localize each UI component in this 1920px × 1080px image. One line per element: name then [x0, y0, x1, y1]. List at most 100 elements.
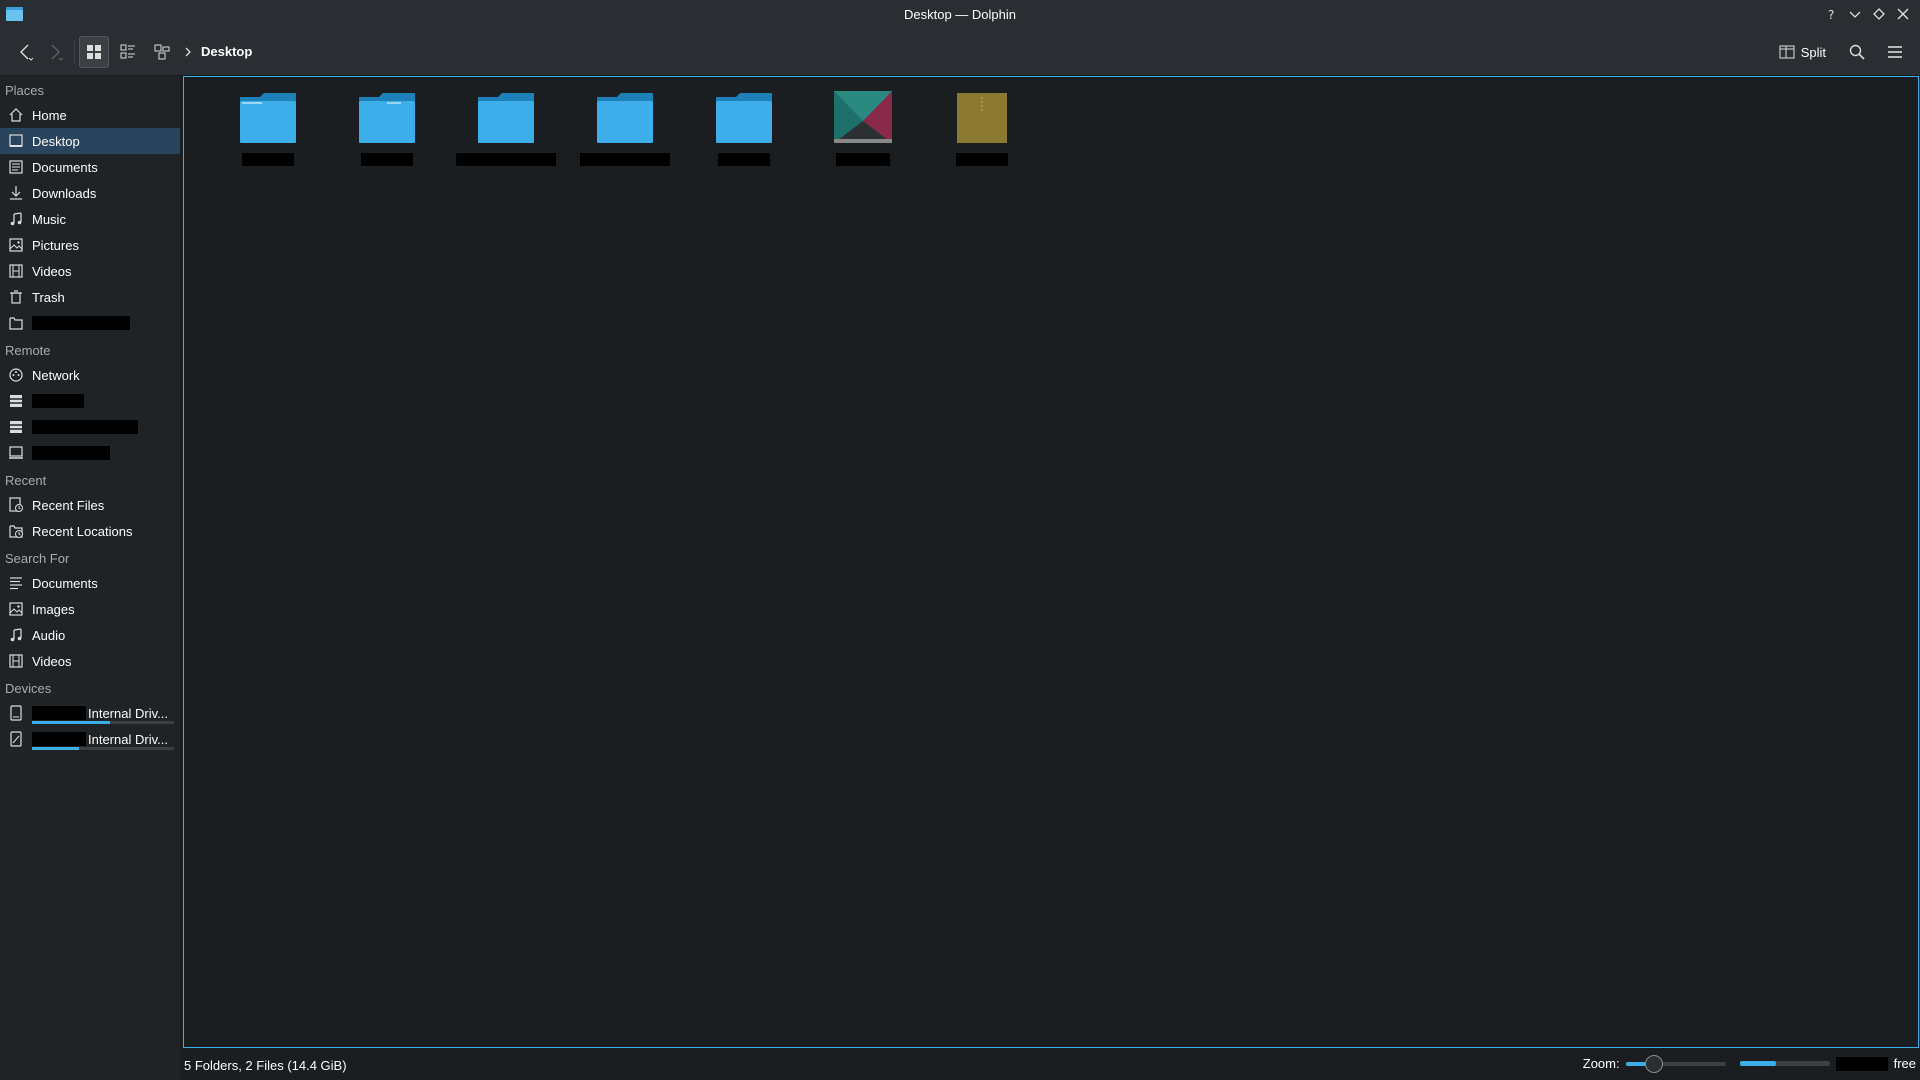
back-arrow-icon [20, 44, 34, 61]
pictures-icon [8, 237, 24, 253]
redacted-filename [835, 153, 890, 166]
folder-icon [358, 93, 415, 143]
free-space-fill [1739, 1061, 1776, 1066]
image-thumbnail-icon [833, 91, 892, 143]
compact-view-icon [120, 44, 135, 58]
sidebar-item-label: Trash [32, 289, 65, 305]
sidebar-item-music[interactable]: Music [0, 206, 180, 232]
sidebar-item-search-videos[interactable]: Videos [0, 648, 180, 674]
maximize-button[interactable] [1870, 4, 1888, 24]
split-view-icon [1779, 45, 1795, 59]
hamburger-menu-button[interactable] [1880, 36, 1910, 68]
sidebar-item-videos[interactable]: Videos [0, 258, 180, 284]
file-item-folder-1[interactable] [208, 91, 327, 191]
redacted-filename [455, 153, 556, 166]
hamburger-menu-icon [1888, 46, 1902, 58]
sidebar-item-home[interactable]: Home [0, 102, 180, 128]
icons-view-button[interactable] [79, 35, 109, 68]
sidebar-item-search-audio[interactable]: Audio [0, 622, 180, 648]
sidebar-item-downloads[interactable]: Downloads [0, 180, 180, 206]
sidebar-item-label: Pictures [32, 237, 79, 253]
details-view-icon [154, 44, 170, 59]
file-item-folder-4[interactable] [565, 91, 684, 191]
sidebar-item-label: Recent Files [32, 497, 105, 513]
sidebar-item-remote-server-1[interactable] [0, 388, 180, 414]
sidebar-item-label: Music [32, 211, 66, 227]
redacted-label [32, 316, 130, 330]
forward-button[interactable] [40, 36, 70, 68]
remote-section-title: Remote [5, 343, 51, 358]
sidebar-item-search-images[interactable]: Images [0, 596, 180, 622]
details-view-button[interactable] [147, 36, 177, 68]
file-item-folder-3[interactable] [446, 91, 565, 191]
sidebar-item-label: Videos [32, 653, 72, 669]
sidebar-item-trash[interactable]: Trash [0, 284, 180, 310]
sidebar-item-recent-locations[interactable]: Recent Locations [0, 518, 180, 544]
status-summary: 5 Folders, 2 Files (14.4 GiB) [184, 1057, 347, 1073]
drive-usage-bar [32, 747, 174, 750]
places-panel: Places Home Desktop Documents Downloads … [0, 76, 180, 1080]
redacted-label [32, 732, 86, 746]
file-grid [208, 91, 1041, 191]
drive-usage-fill [32, 747, 79, 750]
places-section-title: Places [5, 83, 45, 98]
sidebar-item-label: Documents [32, 575, 98, 591]
redacted-label [32, 446, 110, 460]
sidebar-item-drive-2[interactable]: Internal Driv... [0, 726, 180, 752]
sidebar-item-label: Home [32, 107, 67, 123]
sidebar-item-drive-1[interactable]: Internal Driv... [0, 700, 180, 726]
zoom-slider-handle[interactable] [1644, 1054, 1663, 1073]
sidebar-item-documents[interactable]: Documents [0, 154, 180, 180]
sidebar-item-label: Images [32, 601, 75, 617]
sidebar-item-network[interactable]: Network [0, 362, 180, 388]
sidebar-item-recent-files[interactable]: Recent Files [0, 492, 180, 518]
compact-view-button[interactable] [113, 36, 143, 68]
sidebar-item-remote-server-2[interactable] [0, 414, 180, 440]
close-icon [1897, 8, 1909, 20]
sidebar-item-redacted-folder[interactable] [0, 310, 180, 336]
title-bar: Desktop — Dolphin ? [0, 0, 1920, 28]
recent-locations-icon [8, 523, 24, 539]
zoom-slider[interactable] [1625, 1054, 1726, 1073]
drive-label: Internal Driv... [88, 731, 168, 747]
file-item-folder-5[interactable] [684, 91, 803, 191]
search-audio-icon [8, 627, 24, 643]
chevron-right-icon [185, 47, 191, 56]
close-button[interactable] [1894, 4, 1912, 24]
zoom-area: Zoom: free [1583, 1054, 1916, 1073]
sidebar-item-label: Network [32, 367, 80, 383]
desktop-icon [8, 133, 24, 149]
redacted-label [32, 706, 86, 720]
drive-usage-bar [32, 721, 174, 724]
computer-icon [8, 445, 24, 461]
free-space-bar [1739, 1061, 1830, 1066]
sidebar-item-desktop[interactable]: Desktop [0, 128, 180, 154]
sidebar-item-remote-computer[interactable] [0, 440, 180, 466]
sidebar-item-label: Downloads [32, 185, 97, 201]
file-item-folder-2[interactable] [327, 91, 446, 191]
file-item-archive[interactable] [922, 91, 1041, 191]
file-view[interactable] [183, 76, 1919, 1048]
breadcrumb-desktop[interactable]: Desktop [201, 44, 252, 59]
help-button[interactable]: ? [1822, 4, 1840, 24]
network-icon [8, 367, 24, 383]
breadcrumb[interactable]: Desktop [183, 44, 252, 59]
split-label: Split [1800, 44, 1826, 60]
music-icon [8, 211, 24, 227]
redacted-filename [717, 153, 770, 166]
devices-section-title: Devices [5, 681, 52, 696]
file-item-image[interactable] [803, 91, 922, 191]
folder-icon [596, 93, 653, 143]
icons-view-icon [87, 44, 101, 59]
back-button[interactable] [10, 36, 40, 68]
minimize-button[interactable] [1846, 4, 1864, 24]
home-icon [8, 107, 24, 123]
forward-arrow-icon [51, 44, 64, 61]
search-button[interactable] [1842, 36, 1872, 68]
sidebar-item-pictures[interactable]: Pictures [0, 232, 180, 258]
redacted-label [32, 420, 138, 434]
split-button[interactable]: Split [1771, 36, 1834, 68]
sidebar-item-search-documents[interactable]: Documents [0, 570, 180, 596]
sidebar-item-label: Recent Locations [32, 523, 133, 539]
server-icon [8, 393, 24, 409]
